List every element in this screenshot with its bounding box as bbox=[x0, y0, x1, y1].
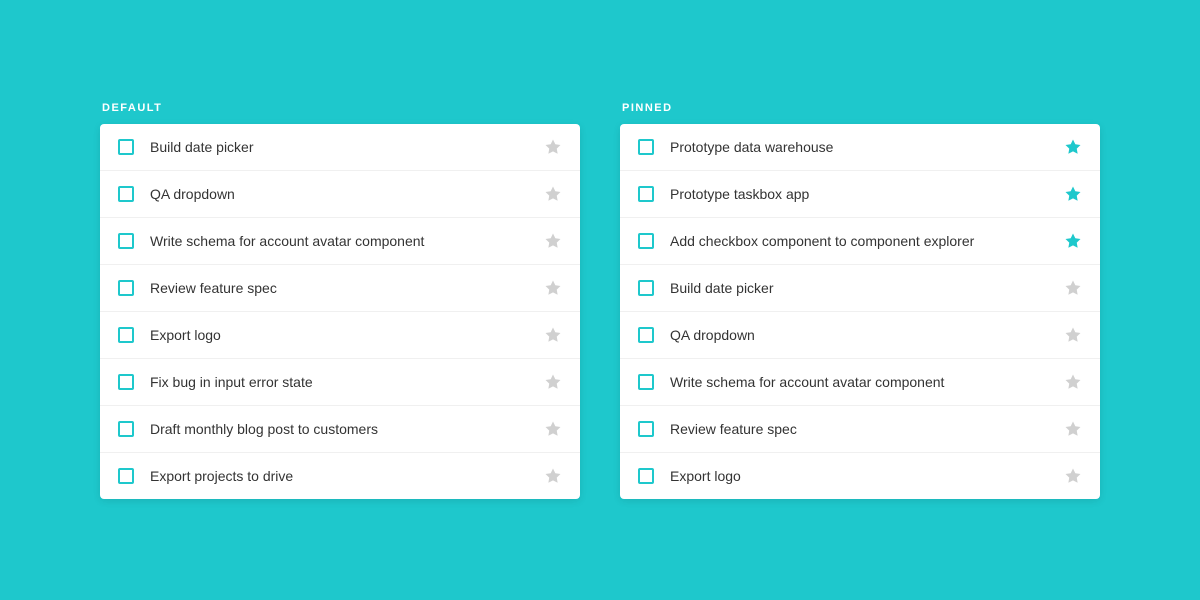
star-empty-icon[interactable] bbox=[544, 373, 562, 391]
task-checkbox[interactable] bbox=[638, 421, 654, 437]
task-checkbox[interactable] bbox=[118, 327, 134, 343]
task-label: Export projects to drive bbox=[150, 468, 544, 484]
star-empty-icon[interactable] bbox=[1064, 326, 1082, 344]
task-row: Export logo bbox=[100, 312, 580, 359]
task-checkbox[interactable] bbox=[118, 421, 134, 437]
star-empty-icon[interactable] bbox=[1064, 420, 1082, 438]
task-label: Build date picker bbox=[150, 139, 544, 155]
star-empty-icon[interactable] bbox=[544, 138, 562, 156]
task-checkbox[interactable] bbox=[118, 233, 134, 249]
task-checkbox[interactable] bbox=[638, 233, 654, 249]
panel-pinned: Prototype data warehouse Prototype taskb… bbox=[620, 124, 1100, 499]
task-label: Prototype data warehouse bbox=[670, 139, 1064, 155]
star-empty-icon[interactable] bbox=[544, 185, 562, 203]
task-row: Write schema for account avatar componen… bbox=[620, 359, 1100, 406]
task-row: QA dropdown bbox=[620, 312, 1100, 359]
panel-header-pinned: PINNED bbox=[620, 102, 1100, 114]
task-label: Fix bug in input error state bbox=[150, 374, 544, 390]
star-filled-icon[interactable] bbox=[1064, 138, 1082, 156]
task-row: Fix bug in input error state bbox=[100, 359, 580, 406]
task-label: Write schema for account avatar componen… bbox=[150, 233, 544, 249]
main-layout: DEFAULT Build date picker QA dropdown Wri… bbox=[100, 102, 1100, 499]
task-label: Draft monthly blog post to customers bbox=[150, 421, 544, 437]
star-filled-icon[interactable] bbox=[1064, 185, 1082, 203]
task-row: Write schema for account avatar componen… bbox=[100, 218, 580, 265]
task-checkbox[interactable] bbox=[118, 468, 134, 484]
task-row: Prototype taskbox app bbox=[620, 171, 1100, 218]
task-label: QA dropdown bbox=[150, 186, 544, 202]
task-checkbox[interactable] bbox=[638, 327, 654, 343]
panel-default: Build date picker QA dropdown Write sche… bbox=[100, 124, 580, 499]
task-checkbox[interactable] bbox=[118, 186, 134, 202]
task-row: Draft monthly blog post to customers bbox=[100, 406, 580, 453]
task-label: Add checkbox component to component expl… bbox=[670, 233, 1064, 249]
task-row: Build date picker bbox=[100, 124, 580, 171]
star-empty-icon[interactable] bbox=[1064, 467, 1082, 485]
task-label: Prototype taskbox app bbox=[670, 186, 1064, 202]
star-empty-icon[interactable] bbox=[1064, 279, 1082, 297]
task-row: Export logo bbox=[620, 453, 1100, 499]
panel-wrapper-pinned: PINNED Prototype data warehouse Prototype… bbox=[620, 102, 1100, 499]
task-label: Review feature spec bbox=[150, 280, 544, 296]
panel-wrapper-default: DEFAULT Build date picker QA dropdown Wri… bbox=[100, 102, 580, 499]
star-empty-icon[interactable] bbox=[544, 232, 562, 250]
panel-header-default: DEFAULT bbox=[100, 102, 580, 114]
task-label: Review feature spec bbox=[670, 421, 1064, 437]
task-checkbox[interactable] bbox=[118, 139, 134, 155]
star-empty-icon[interactable] bbox=[544, 326, 562, 344]
task-row: Export projects to drive bbox=[100, 453, 580, 499]
task-checkbox[interactable] bbox=[638, 468, 654, 484]
task-row: Review feature spec bbox=[620, 406, 1100, 453]
task-row: Build date picker bbox=[620, 265, 1100, 312]
task-checkbox[interactable] bbox=[638, 186, 654, 202]
task-checkbox[interactable] bbox=[118, 280, 134, 296]
star-filled-icon[interactable] bbox=[1064, 232, 1082, 250]
task-row: Review feature spec bbox=[100, 265, 580, 312]
task-row: Prototype data warehouse bbox=[620, 124, 1100, 171]
task-checkbox[interactable] bbox=[638, 139, 654, 155]
star-empty-icon[interactable] bbox=[544, 279, 562, 297]
task-label: Build date picker bbox=[670, 280, 1064, 296]
task-label: Export logo bbox=[150, 327, 544, 343]
star-empty-icon[interactable] bbox=[544, 467, 562, 485]
task-label: Export logo bbox=[670, 468, 1064, 484]
task-checkbox[interactable] bbox=[638, 374, 654, 390]
task-label: QA dropdown bbox=[670, 327, 1064, 343]
task-row: QA dropdown bbox=[100, 171, 580, 218]
task-row: Add checkbox component to component expl… bbox=[620, 218, 1100, 265]
task-checkbox[interactable] bbox=[118, 374, 134, 390]
star-empty-icon[interactable] bbox=[1064, 373, 1082, 391]
task-checkbox[interactable] bbox=[638, 280, 654, 296]
task-label: Write schema for account avatar componen… bbox=[670, 374, 1064, 390]
star-empty-icon[interactable] bbox=[544, 420, 562, 438]
